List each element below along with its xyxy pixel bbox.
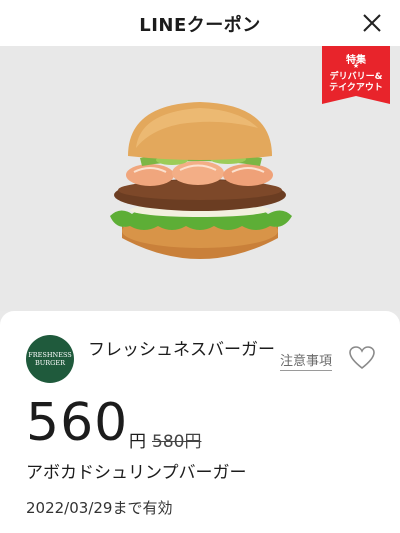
- original-price: 580円: [152, 432, 202, 452]
- logo-line-2: BURGER: [35, 359, 65, 367]
- price-unit: 円: [129, 432, 146, 452]
- badge-line-2: テイクアウト: [329, 83, 383, 93]
- feature-badge: 特集 ★ デリバリー& テイクアウト: [322, 46, 390, 104]
- product-name: アボカドシュリンプバーガー: [26, 463, 247, 483]
- store-logo: FRESHNESS BURGER: [26, 335, 74, 383]
- page-title: LINEクーポン: [139, 15, 261, 36]
- coupon-card: FRESHNESS BURGER フレッシュネスバーガー 注意事項 560 円 …: [0, 311, 400, 533]
- coupon-price: 560: [26, 393, 129, 453]
- expiry-date: 2022/03/29まで有効: [26, 499, 173, 517]
- close-button[interactable]: [358, 9, 386, 37]
- store-name: フレッシュネスバーガー: [88, 340, 275, 360]
- header-bar: LINEクーポン: [0, 0, 400, 46]
- coupon-image: 特集 ★ デリバリー& テイクアウト: [0, 46, 400, 311]
- heart-icon: [349, 346, 375, 370]
- notes-link[interactable]: 注意事項: [280, 350, 333, 371]
- burger-image: [110, 102, 292, 259]
- close-icon: [363, 14, 381, 32]
- logo-line-1: FRESHNESS: [28, 351, 72, 359]
- favorite-button[interactable]: [349, 346, 375, 370]
